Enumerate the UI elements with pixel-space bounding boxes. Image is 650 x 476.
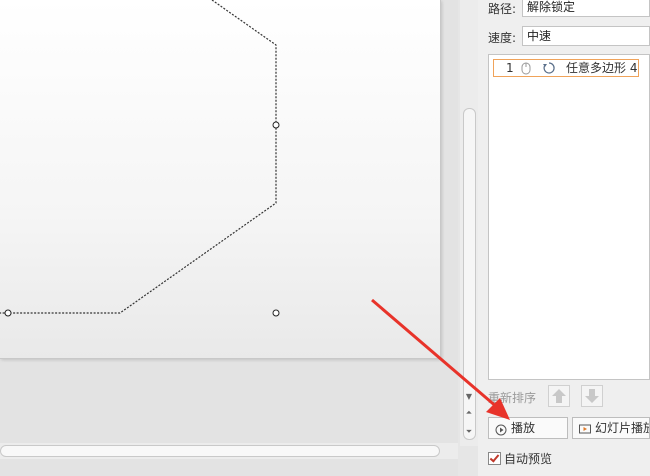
autopreview-checkbox[interactable] bbox=[488, 452, 501, 465]
vertical-scrollbar[interactable]: ▼ ⏶ ⏷ bbox=[460, 0, 478, 446]
speed-select[interactable]: 中速 bbox=[522, 26, 650, 46]
slideshow-button[interactable]: 幻灯片播放 bbox=[572, 417, 650, 439]
speed-label: 速度: bbox=[488, 31, 517, 45]
animation-list[interactable]: 1 任意多边形 4 bbox=[488, 54, 650, 380]
animation-item-name: 任意多边形 4 bbox=[566, 61, 638, 75]
path-label: 路径: bbox=[488, 2, 517, 16]
move-up-icon bbox=[552, 389, 566, 403]
play-icon bbox=[495, 422, 507, 438]
animation-order-number: 1 bbox=[506, 61, 514, 75]
next-slide-icon[interactable]: ⏷ bbox=[464, 427, 474, 437]
resize-handle[interactable] bbox=[272, 309, 280, 317]
spin-animation-icon bbox=[542, 61, 556, 76]
path-select[interactable]: 解除锁定 bbox=[522, 0, 650, 17]
move-down-icon bbox=[585, 389, 599, 403]
move-up-button[interactable] bbox=[548, 385, 570, 407]
slide-editing-area bbox=[0, 0, 458, 476]
vertical-scroll-thumb[interactable] bbox=[463, 108, 476, 440]
custom-animation-pane: 路径: 解除锁定 速度: 中速 1 任意多边形 4 重新排序 播放 幻灯片播放 … bbox=[478, 0, 650, 476]
slideshow-icon bbox=[579, 422, 591, 438]
resize-handle[interactable] bbox=[272, 121, 280, 129]
play-button-label: 播放 bbox=[511, 421, 536, 435]
resize-handle[interactable] bbox=[4, 309, 12, 317]
previous-slide-icon[interactable]: ⏶ bbox=[464, 408, 474, 418]
move-down-button[interactable] bbox=[581, 385, 603, 407]
horizontal-scrollbar[interactable] bbox=[0, 443, 458, 459]
horizontal-scroll-thumb[interactable] bbox=[0, 445, 440, 457]
slide-canvas[interactable] bbox=[0, 0, 441, 359]
reorder-label: 重新排序 bbox=[488, 391, 537, 405]
autopreview-option[interactable]: 自动预览 bbox=[488, 450, 552, 467]
freeform-polygon-shape[interactable] bbox=[0, 0, 440, 358]
scroll-down-arrow-icon[interactable]: ▼ bbox=[464, 392, 474, 402]
slideshow-button-label: 幻灯片播放 bbox=[595, 421, 650, 435]
animation-list-item[interactable]: 1 任意多边形 4 bbox=[493, 59, 639, 77]
play-button[interactable]: 播放 bbox=[488, 417, 568, 439]
autopreview-label: 自动预览 bbox=[504, 452, 553, 466]
mouse-icon bbox=[521, 62, 531, 76]
